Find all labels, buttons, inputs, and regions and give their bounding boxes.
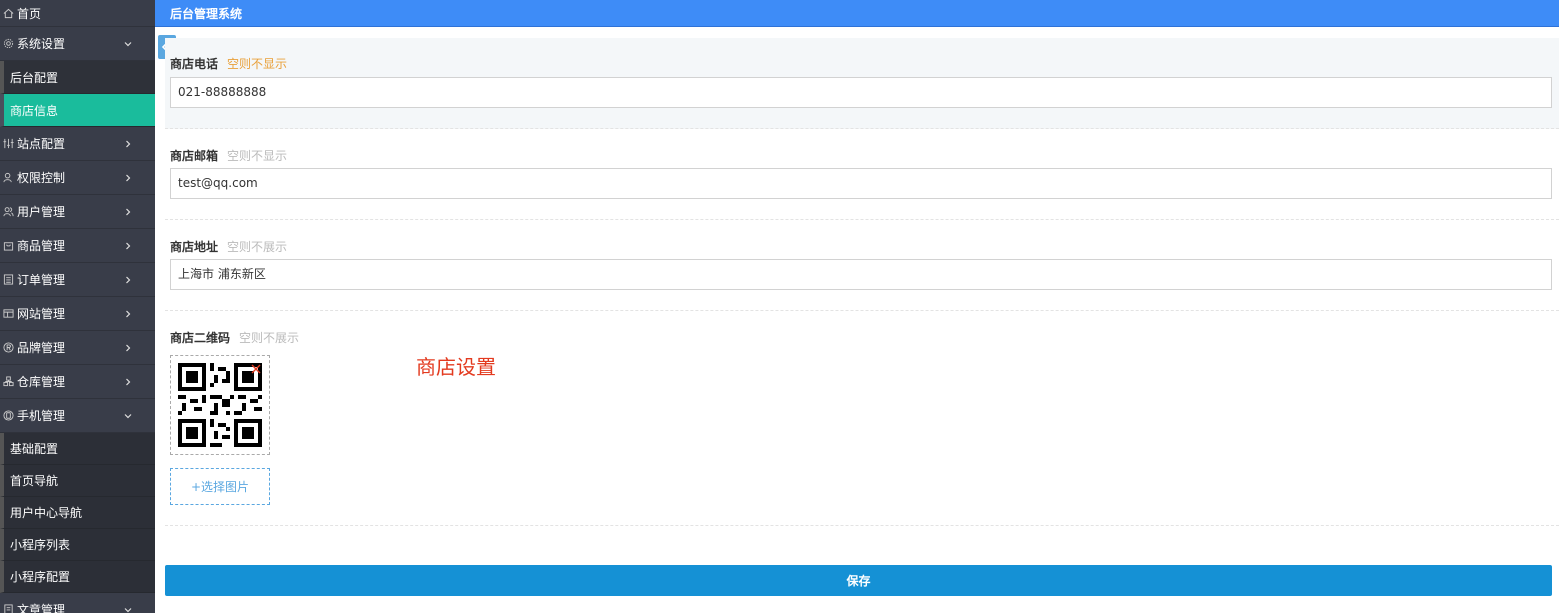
sidebar-item-label: 权限控制 [17,171,66,185]
document-icon [2,603,15,613]
sidebar-subitem-user-center-nav[interactable]: 用户中心导航 [0,497,155,529]
email-hint: 空则不显示 [227,149,288,163]
sidebar-item-label: 系统设置 [17,37,66,51]
phone-input[interactable]: 021-88888888 [170,77,1552,108]
sidebar-subitem-label: 首页导航 [10,474,59,488]
email-input[interactable]: test@qq.com [170,168,1552,199]
sidebar-subitem-label: 后台配置 [10,70,59,85]
registered-icon [2,341,15,354]
qrcode-hint: 空则不展示 [239,331,300,345]
chevron-down-icon [123,39,133,49]
sidebar-item-permission[interactable]: 权限控制 [0,161,155,195]
sidebar-subitem-label: 小程序列表 [10,538,71,552]
sidebar-subitem-admin-config[interactable]: 后台配置 [0,61,155,94]
page-watermark-text: 商店设置 [416,355,496,379]
sidebar-subitem-label: 小程序配置 [10,570,71,584]
user-shield-icon [2,171,15,184]
phone-hint: 空则不显示 [227,57,288,71]
select-image-button[interactable]: +选择图片 [170,468,270,505]
address-label: 商店地址 [170,240,219,254]
address-input[interactable]: 上海市 浦东新区 [170,259,1552,290]
chevron-right-icon [123,173,133,183]
sidebar-item-label: 站点配置 [17,137,66,151]
chevron-right-icon [123,343,133,353]
sidebar-subitem-label: 用户中心导航 [10,506,83,520]
sidebar-item-system-settings[interactable]: 系统设置 [0,27,155,61]
window-icon [2,307,15,320]
chevron-right-icon [123,139,133,149]
sidebar-item-label: 用户管理 [17,205,66,219]
warehouse-icon [2,375,15,388]
remove-image-icon[interactable] [251,364,261,374]
chevron-right-icon [123,377,133,387]
sidebar-item-label: 商品管理 [17,239,66,253]
address-hint: 空则不展示 [227,240,288,254]
sidebar-item-mobile[interactable]: 手机管理 [0,399,155,433]
sidebar-item-goods[interactable]: 商品管理 [0,229,155,263]
email-label: 商店邮箱 [170,149,219,163]
users-icon [2,205,15,218]
sidebar-subitem-miniprogram-list[interactable]: 小程序列表 [0,529,155,561]
sidebar: 首页 系统设置 后台配置 商店信息 站点配置 权限控制 用户管理 商品管理 订单… [0,0,155,613]
home-icon [2,7,15,20]
app-title: 后台管理系统 [170,7,243,21]
chevron-right-icon [123,309,133,319]
sidebar-item-warehouse[interactable]: 仓库管理 [0,365,155,399]
form-row-qrcode: 商店二维码 空则不展示 [165,311,1559,526]
sidebar-item-label: 仓库管理 [17,375,66,389]
bag-icon [2,239,15,252]
qrcode-label: 商店二维码 [170,331,231,345]
sidebar-item-label: 首页 [17,6,42,21]
sidebar-subitem-miniprogram-config[interactable]: 小程序配置 [0,561,155,593]
save-button[interactable]: 保存 [165,565,1552,596]
sidebar-item-orders[interactable]: 订单管理 [0,263,155,297]
sidebar-subitem-basic-config[interactable]: 基础配置 [0,433,155,465]
sidebar-item-label: 手机管理 [17,409,66,423]
sidebar-item-label: 品牌管理 [17,341,66,355]
sidebar-item-articles[interactable]: 文章管理 [0,593,155,613]
sidebar-subitem-shop-info[interactable]: 商店信息 [0,94,155,127]
top-header: 后台管理系统 [155,0,1559,27]
sidebar-subitem-home-nav[interactable]: 首页导航 [0,465,155,497]
sidebar-item-users[interactable]: 用户管理 [0,195,155,229]
main-content: 商店电话 空则不显示 021-88888888 商店邮箱 空则不显示 test@… [155,28,1559,613]
form-row-email: 商店邮箱 空则不显示 test@qq.com [165,129,1559,220]
sidebar-subitem-label: 商店信息 [10,103,59,118]
sliders-icon [2,137,15,150]
phone-label: 商店电话 [170,57,219,71]
qrcode-preview [170,355,270,455]
chevron-down-icon [123,605,133,613]
sidebar-subitem-label: 基础配置 [10,442,59,456]
phone-icon [2,409,15,422]
gear-icon [2,37,15,50]
sidebar-item-website[interactable]: 网站管理 [0,297,155,331]
chevron-right-icon [123,275,133,285]
sidebar-item-site-config[interactable]: 站点配置 [0,127,155,161]
form-row-address: 商店地址 空则不展示 上海市 浦东新区 [165,220,1559,311]
chevron-down-icon [123,411,133,421]
sidebar-item-brand[interactable]: 品牌管理 [0,331,155,365]
sidebar-item-label: 文章管理 [17,603,66,613]
chevron-right-icon [123,207,133,217]
sidebar-item-home[interactable]: 首页 [0,0,155,27]
list-icon [2,273,15,286]
qrcode-image [178,363,262,447]
form-row-phone: 商店电话 空则不显示 021-88888888 [165,38,1559,129]
chevron-right-icon [123,241,133,251]
sidebar-item-label: 网站管理 [17,307,66,321]
sidebar-item-label: 订单管理 [17,273,66,287]
